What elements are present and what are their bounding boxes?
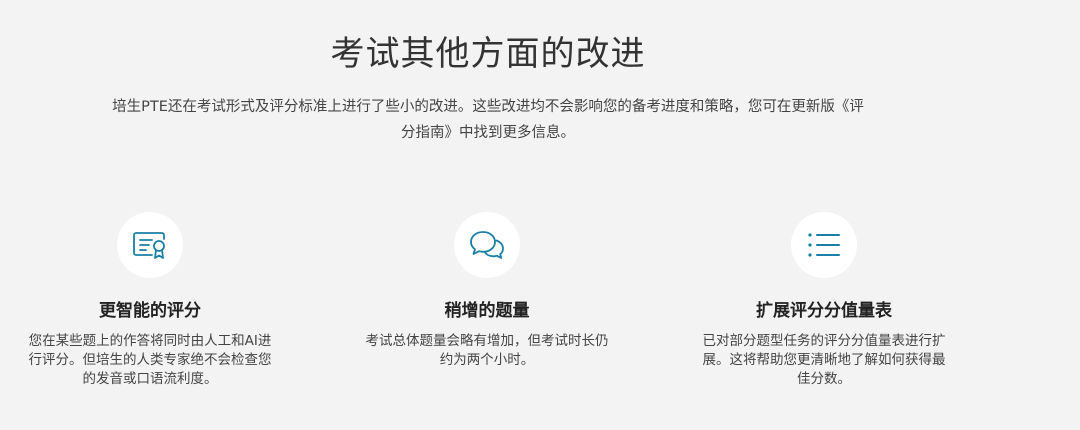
section-title: 考试其他方面的改进 (330, 34, 646, 74)
feature-expanded-score-scale: 扩展评分分值量表 已对部分题型任务的评分分值量表进行扩展。这将帮助您更清晰地了解… (694, 212, 954, 389)
feature-title: 扩展评分分值量表 (756, 301, 892, 321)
feature-icon-circle (117, 212, 183, 278)
feature-description: 您在某些题上的作答将同时由人工和AI进行评分。但培生的人类专家绝不会检查您的发音… (28, 333, 272, 387)
feature-icon-circle (791, 212, 857, 278)
list-icon (808, 233, 840, 257)
features-row: 更智能的评分 您在某些题上的作答将同时由人工和AI进行评分。但培生的人类专家绝不… (0, 212, 1080, 412)
feature-description: 已对部分题型任务的评分分值量表进行扩展。这将帮助您更清晰地了解如何获得最佳分数。 (702, 333, 946, 387)
feature-icon-circle (454, 212, 520, 278)
feature-more-questions: 稍增的题量 考试总体题量会略有增加，但考试时长仍约为两个小时。 (357, 212, 617, 370)
feature-smarter-scoring: 更智能的评分 您在某些题上的作答将同时由人工和AI进行评分。但培生的人类专家绝不… (20, 212, 280, 389)
feature-title: 更智能的评分 (99, 301, 201, 321)
feature-description: 考试总体题量会略有增加，但考试时长仍约为两个小时。 (365, 333, 609, 368)
certificate-icon (133, 232, 165, 259)
chat-bubbles-icon (470, 231, 504, 259)
section-intro: 培生PTE还在考试形式及评分标准上进行了些小的改进。这些改进均不会影响您的备考进… (112, 99, 864, 141)
feature-title: 稍增的题量 (444, 301, 530, 321)
